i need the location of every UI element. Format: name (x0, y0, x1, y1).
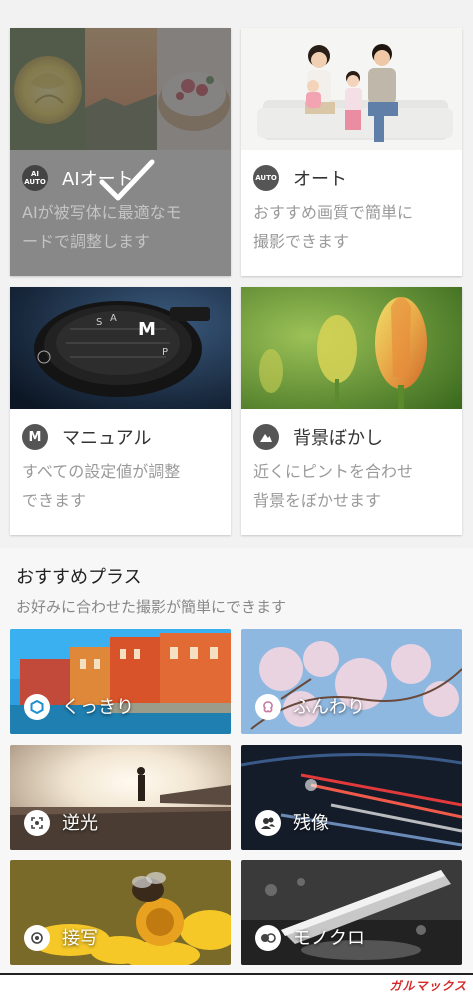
svg-text:P: P (162, 347, 168, 358)
plus-item-afterimage[interactable]: 残像 (241, 745, 462, 850)
plus-item-label: ふんわり (293, 697, 365, 718)
mode-card-manual[interactable]: M S A P M マニュアル すべての設定値が調整 できます (10, 287, 231, 535)
manual-thumbnail: M S A P (10, 287, 231, 409)
plus-item-backlight[interactable]: 逆光 (10, 745, 231, 850)
watermark-logo: ガルマックス (389, 979, 467, 993)
bokeh-thumbnail (241, 287, 462, 409)
manual-m-icon: M (22, 424, 48, 450)
backlight-icon (24, 810, 50, 836)
hexagon-icon (24, 694, 50, 720)
mode-card-bokeh[interactable]: 背景ぼかし 近くにピントを合わせ 背景をぼかせます (241, 287, 462, 535)
mode-description: すべての設定値が調整 できます (22, 462, 181, 510)
mode-card-ai-auto[interactable]: AI AUTO AIオート AIが被写体に最適なモ ードで調整します (10, 28, 231, 276)
auto-icon: AUTO (253, 165, 279, 191)
plus-item-label: 逆光 (62, 813, 98, 834)
soft-flower-icon (255, 694, 281, 720)
plus-item-vivid[interactable]: くっきり (10, 629, 231, 734)
mountain-icon (253, 424, 279, 450)
mode-description: おすすめ画質で簡単に 撮影できます (253, 203, 414, 251)
mode-title: AIオート (62, 169, 134, 190)
plus-item-label: くっきり (62, 697, 134, 718)
svg-text:S: S (96, 317, 102, 328)
mode-card-auto[interactable]: AUTO オート おすすめ画質で簡単に 撮影できます (241, 28, 462, 276)
plus-item-label: 接写 (62, 928, 98, 949)
plus-item-monochrome[interactable]: モノクロ (241, 860, 462, 965)
plus-section-subtitle: お好みに合わせた撮影が簡単にできます (16, 598, 287, 616)
mode-title: 背景ぼかし (293, 428, 383, 449)
plus-item-label: モノクロ (293, 928, 365, 949)
plus-item-macro[interactable]: 接写 (10, 860, 231, 965)
plus-item-label: 残像 (293, 813, 329, 834)
plus-item-soft[interactable]: ふんわり (241, 629, 462, 734)
svg-text:M: M (138, 319, 156, 340)
mode-title: オート (293, 169, 347, 190)
mono-icon (255, 925, 281, 951)
mode-description: AIが被写体に最適なモ ードで調整します (22, 203, 182, 251)
ai-auto-icon: AI AUTO (22, 165, 48, 191)
mode-title: マニュアル (62, 428, 152, 449)
people-icon (255, 810, 281, 836)
auto-thumbnail (241, 28, 462, 150)
svg-text:A: A (110, 313, 117, 324)
plus-section-title: おすすめプラス (16, 567, 142, 588)
mode-description: 近くにピントを合わせ 背景をぼかせます (253, 462, 414, 510)
macro-icon (24, 925, 50, 951)
